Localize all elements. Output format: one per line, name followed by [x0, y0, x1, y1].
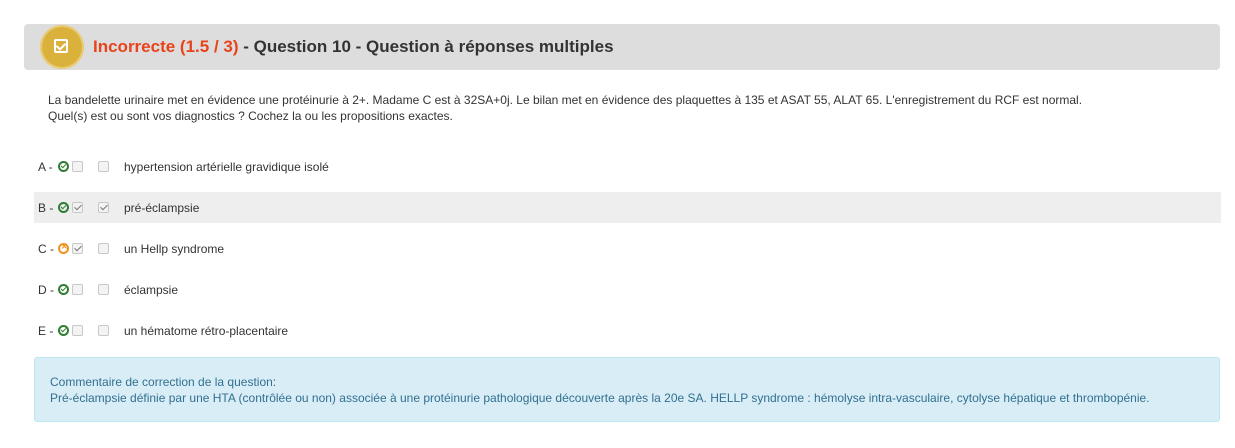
incorrect-mark-icon	[58, 241, 69, 254]
answer-letter: D -	[38, 283, 54, 297]
answer-row: E - un hématome rétro-placentaire	[34, 315, 1221, 346]
answer-key-checkbox	[72, 325, 83, 336]
answer-key-checkbox	[72, 243, 83, 254]
answer-letter: A -	[38, 160, 53, 174]
question-status-badge	[40, 25, 84, 69]
answer-row: B - pré-éclampsie	[34, 192, 1221, 223]
answer-checkbox[interactable]	[98, 161, 109, 172]
question-statement-line2: Quel(s) est ou sont vos diagnostics ? Co…	[48, 109, 453, 123]
question-statement-line1: La bandelette urinaire met en évidence u…	[48, 93, 1083, 107]
answer-row: C - un Hellp syndrome	[34, 233, 1221, 264]
answer-checkbox[interactable]	[98, 202, 109, 213]
comment-text: Pré-éclampsie définie par une HTA (contr…	[50, 391, 1150, 405]
question-heading: - Question 10 - Question à réponses mult…	[238, 37, 614, 56]
answer-key-checkbox	[72, 284, 83, 295]
checkbox-icon	[54, 39, 68, 53]
question-title: Incorrecte (1.5 / 3) - Question 10 - Que…	[93, 37, 614, 57]
answer-text: un Hellp syndrome	[124, 242, 225, 256]
answer-checkbox[interactable]	[98, 284, 109, 295]
answer-row: A - hypertension artérielle gravidique is…	[34, 151, 1221, 182]
answer-letter: E -	[38, 324, 54, 338]
answer-key-checkbox	[72, 202, 83, 213]
question-statement: La bandelette urinaire met en évidence u…	[48, 92, 1082, 124]
question-header: Incorrecte (1.5 / 3) - Question 10 - Que…	[24, 24, 1220, 70]
correct-mark-icon	[58, 202, 69, 213]
answer-key-checkbox	[72, 161, 83, 172]
answer-checkbox[interactable]	[98, 325, 109, 336]
correct-mark-icon	[58, 325, 69, 336]
answer-text: pré-éclampsie	[124, 201, 200, 215]
answer-checkbox[interactable]	[98, 243, 109, 254]
answer-text: un hématome rétro-placentaire	[124, 324, 289, 338]
answer-letter: B -	[38, 201, 54, 215]
correct-mark-icon	[58, 161, 69, 172]
comment-title: Commentaire de correction de la question…	[50, 375, 277, 389]
question-score-status: Incorrecte (1.5 / 3)	[93, 37, 239, 56]
answer-letter: C -	[38, 242, 54, 256]
answer-row: D - éclampsie	[34, 274, 1221, 305]
answer-text: hypertension artérielle gravidique isolé	[124, 160, 329, 174]
correction-comment: Commentaire de correction de la question…	[34, 357, 1220, 422]
answer-text: éclampsie	[124, 283, 179, 297]
correct-mark-icon	[58, 284, 69, 295]
